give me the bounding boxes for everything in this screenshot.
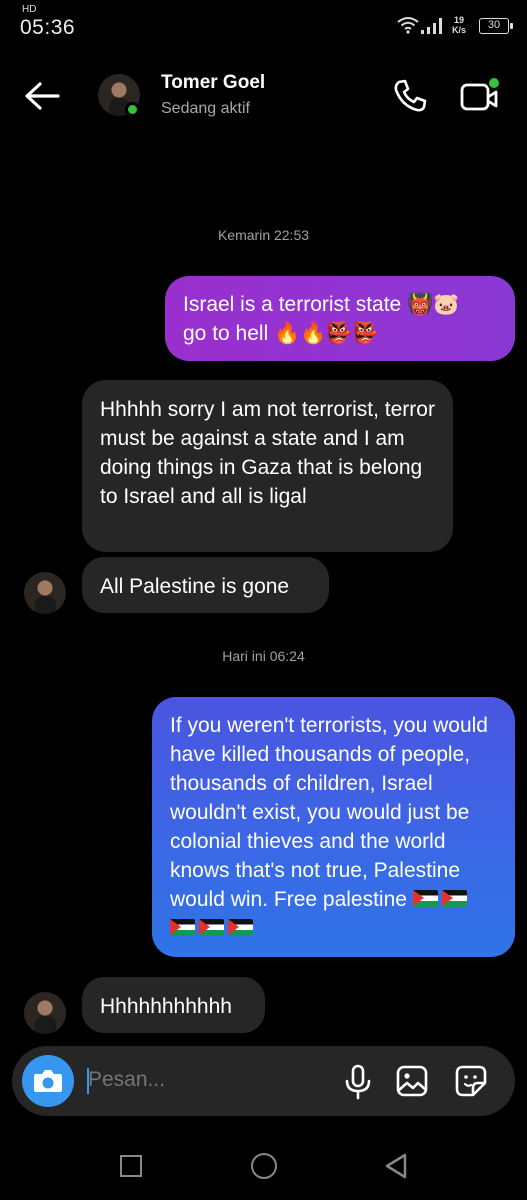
message-text: If you weren't terrorists, you would hav… (170, 714, 488, 911)
palestine-flag-emoji (170, 919, 195, 936)
battery-icon: 30 (479, 18, 513, 34)
sticker-icon[interactable] (454, 1064, 488, 1098)
message-text-line: go to hell 🔥🔥👺👺 (183, 322, 379, 345)
contact-status: Sedang aktif (161, 100, 250, 117)
online-indicator (125, 102, 140, 117)
nav-back-icon[interactable] (383, 1152, 409, 1180)
gallery-icon[interactable] (395, 1064, 429, 1098)
hd-indicator: HD (22, 4, 37, 15)
home-icon[interactable] (251, 1153, 277, 1179)
sender-avatar[interactable] (24, 992, 66, 1034)
message-text-line: Israel is a terrorist state 👹🐷 (183, 293, 460, 316)
microphone-icon[interactable] (342, 1064, 374, 1100)
outgoing-message[interactable]: Israel is a terrorist state 👹🐷 go to hel… (165, 276, 515, 361)
back-arrow-icon[interactable] (22, 80, 62, 112)
video-camera-icon[interactable] (458, 76, 502, 116)
network-speed: 19 K/s (452, 15, 466, 35)
message-input[interactable] (88, 1068, 308, 1092)
palestine-flag-emoji (228, 919, 253, 936)
camera-icon (34, 1070, 62, 1092)
palestine-flag-emoji (412, 890, 438, 907)
incoming-message[interactable]: Hhhhh sorry I am not terrorist, terror m… (82, 380, 453, 552)
outgoing-message[interactable]: If you weren't terrorists, you would hav… (152, 697, 515, 957)
wifi-icon (397, 17, 419, 34)
status-time: 05:36 (20, 16, 76, 39)
message-text: Hhhhh sorry I am not terrorist, terror m… (100, 398, 435, 508)
camera-button[interactable] (22, 1055, 74, 1107)
palestine-flag-emoji (441, 890, 467, 907)
contact-name[interactable]: Tomer Goel (161, 72, 265, 94)
status-bar: HD 05:36 19 K/s 30 (0, 0, 527, 52)
message-timestamp: Hari ini 06:24 (222, 648, 305, 664)
incoming-message[interactable]: Hhhhhhhhhhh (82, 977, 265, 1033)
recent-apps-icon[interactable] (120, 1155, 142, 1177)
speed-value: 19 (454, 15, 465, 25)
phone-icon[interactable] (390, 76, 430, 116)
message-text: Hhhhhhhhhhh (100, 995, 232, 1018)
chat-header: Tomer Goel Sedang aktif (0, 60, 527, 140)
message-text: All Palestine is gone (100, 575, 290, 598)
message-timestamp: Kemarin 22:53 (217, 227, 310, 243)
signal-icon (421, 18, 442, 34)
speed-unit: K/s (452, 25, 467, 35)
palestine-flag-emoji (199, 919, 224, 936)
sender-avatar[interactable] (24, 572, 66, 614)
message-composer (12, 1046, 515, 1116)
incoming-message[interactable]: All Palestine is gone (82, 557, 329, 613)
system-navigation-bar (0, 1130, 527, 1200)
